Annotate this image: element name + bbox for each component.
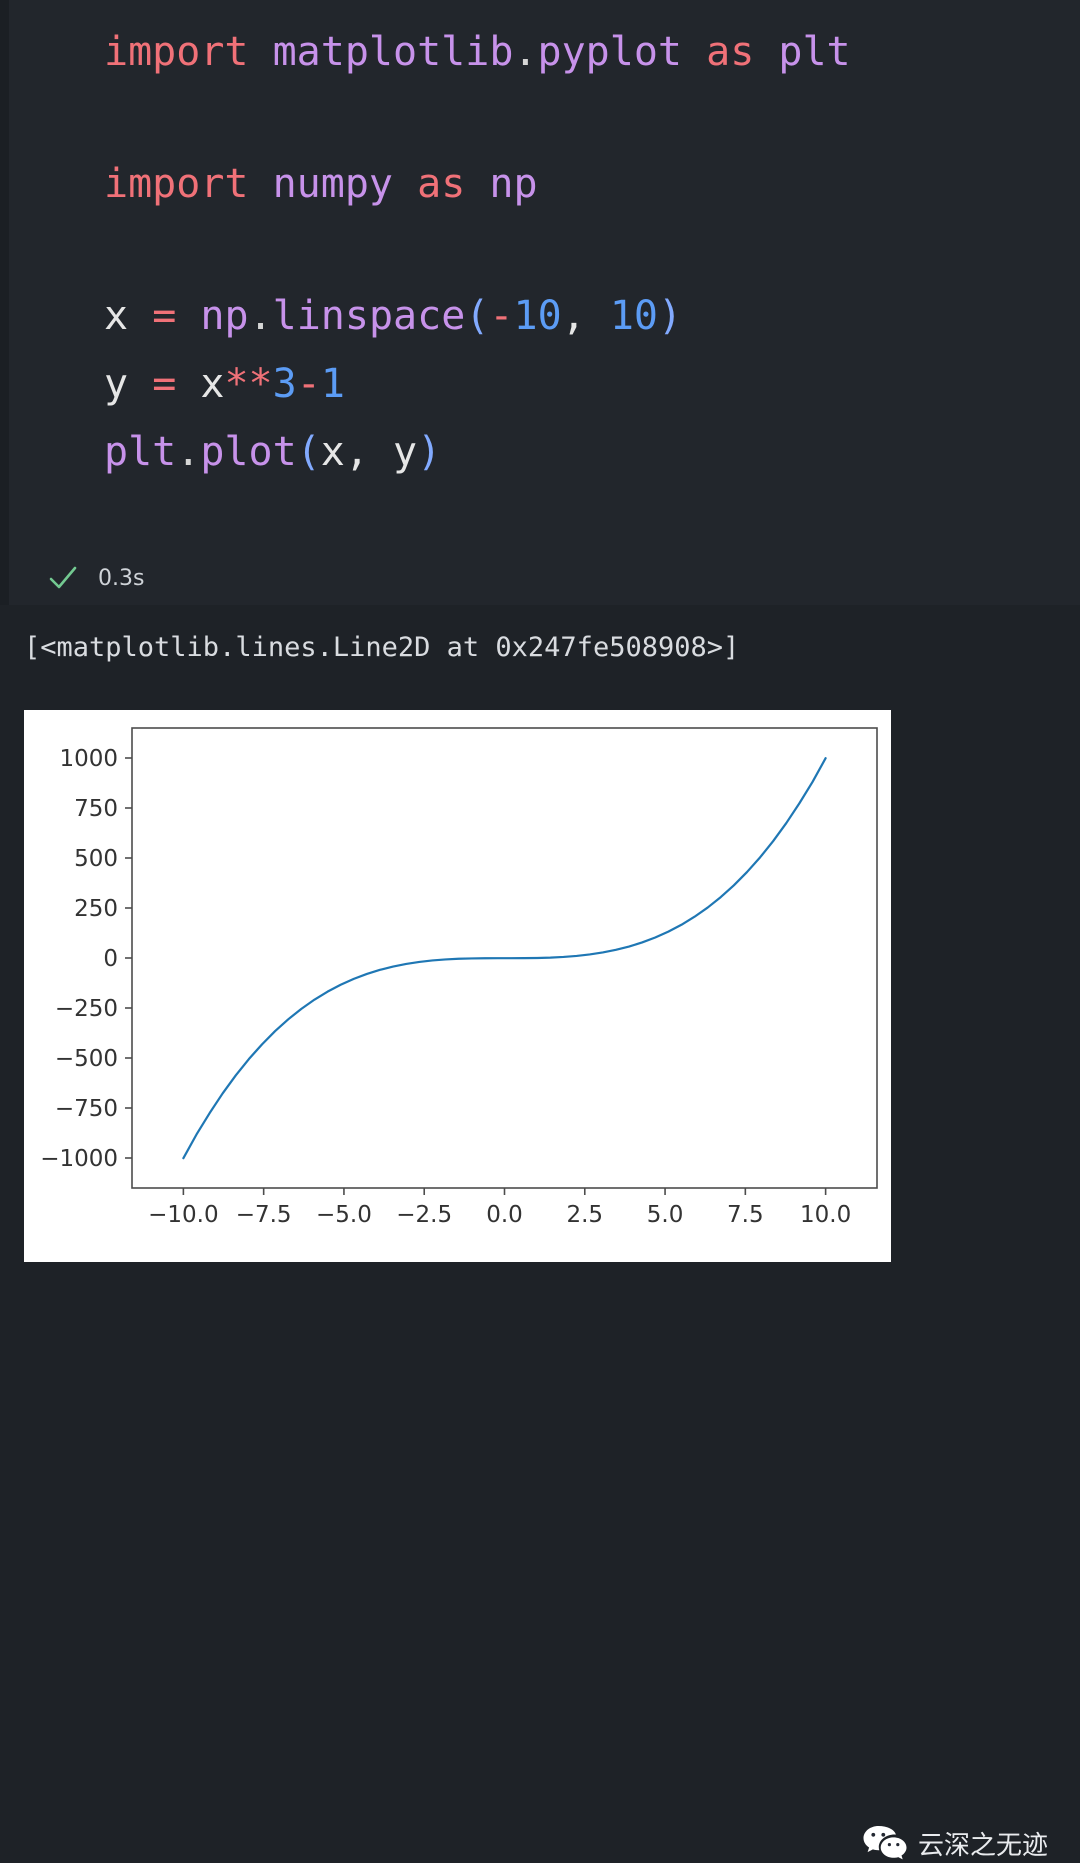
execution-time: 0.3s bbox=[98, 565, 145, 591]
code-token: as bbox=[706, 29, 755, 75]
code-line-5: plt.plot(x, y) bbox=[104, 418, 1080, 486]
code-token: . bbox=[248, 293, 273, 339]
svg-text:−7.5: −7.5 bbox=[236, 1202, 292, 1228]
code-line-2: import numpy as np bbox=[104, 150, 1080, 218]
code-token: plt bbox=[104, 429, 177, 475]
svg-text:500: 500 bbox=[74, 846, 118, 872]
code-token: . bbox=[513, 29, 538, 75]
code-token: numpy bbox=[272, 161, 394, 207]
code-token: ) bbox=[658, 293, 683, 339]
notebook-code-cell[interactable]: import matplotlib.pyplot as plt import n… bbox=[0, 0, 1080, 605]
svg-text:−500: −500 bbox=[55, 1046, 118, 1072]
code-token: y bbox=[393, 429, 418, 475]
svg-text:−10.0: −10.0 bbox=[148, 1202, 218, 1228]
code-token: as bbox=[417, 161, 466, 207]
code-token: ( bbox=[465, 293, 490, 339]
execution-status-row: 0.3s bbox=[0, 556, 144, 600]
svg-text:0: 0 bbox=[103, 946, 118, 972]
code-token: 10 bbox=[609, 293, 659, 339]
svg-text:5.0: 5.0 bbox=[647, 1202, 684, 1228]
svg-text:−250: −250 bbox=[55, 996, 118, 1022]
code-token: plot bbox=[200, 429, 297, 475]
code-token: , bbox=[561, 293, 586, 339]
cell-output-area: [<matplotlib.lines.Line2D at 0x247fe5089… bbox=[0, 605, 1080, 1861]
cell-gutter bbox=[0, 0, 9, 605]
code-token: np bbox=[489, 161, 538, 207]
x-tick-labels: −10.0 −7.5 −5.0 −2.5 0.0 2.5 5.0 7.5 10.0 bbox=[148, 1202, 851, 1228]
svg-text:750: 750 bbox=[74, 796, 118, 822]
code-token: . bbox=[176, 429, 201, 475]
svg-text:0.0: 0.0 bbox=[486, 1202, 523, 1228]
code-token: ** bbox=[224, 361, 273, 407]
code-token: import bbox=[104, 29, 249, 75]
svg-text:2.5: 2.5 bbox=[566, 1202, 603, 1228]
code-line-1: import matplotlib.pyplot as plt bbox=[104, 18, 1080, 86]
code-token: linspace bbox=[272, 293, 466, 339]
svg-text:1000: 1000 bbox=[59, 746, 118, 772]
output-repr-text: [<matplotlib.lines.Line2D at 0x247fe5089… bbox=[24, 632, 740, 663]
code-token: pyplot bbox=[537, 29, 683, 75]
svg-text:250: 250 bbox=[74, 896, 118, 922]
svg-text:−5.0: −5.0 bbox=[316, 1202, 372, 1228]
code-token: x bbox=[320, 429, 345, 475]
code-token: matplotlib bbox=[272, 29, 514, 75]
code-line-3: x = np.linspace(-10, 10) bbox=[104, 282, 1080, 350]
code-token: ) bbox=[417, 429, 442, 475]
svg-text:−750: −750 bbox=[55, 1096, 118, 1122]
code-token: 3 bbox=[272, 361, 297, 407]
code-token: x bbox=[200, 361, 225, 407]
code-token: import bbox=[104, 161, 249, 207]
code-token: 1 bbox=[320, 361, 345, 407]
matplotlib-figure[interactable]: 1000 750 500 250 0 −250 −500 −750 −1000 −10.0 −7.… bbox=[24, 710, 891, 1262]
code-token: - bbox=[296, 361, 321, 407]
code-token: - bbox=[489, 293, 514, 339]
svg-text:−2.5: −2.5 bbox=[396, 1202, 452, 1228]
plot-svg: 1000 750 500 250 0 −250 −500 −750 −1000 −10.0 −7.… bbox=[24, 710, 891, 1262]
code-token: 10 bbox=[513, 293, 562, 339]
svg-text:7.5: 7.5 bbox=[727, 1202, 764, 1228]
svg-text:10.0: 10.0 bbox=[800, 1202, 851, 1228]
code-token: y bbox=[104, 361, 129, 407]
code-token: np bbox=[200, 293, 249, 339]
code-editor[interactable]: import matplotlib.pyplot as plt import n… bbox=[104, 18, 1080, 486]
watermark-text: 云深之无迹 bbox=[918, 1830, 1049, 1861]
code-token: = bbox=[152, 293, 177, 339]
code-line-4: y = x**3-1 bbox=[104, 350, 1080, 418]
check-icon[interactable] bbox=[40, 561, 86, 595]
code-token: = bbox=[152, 361, 177, 407]
code-token: x bbox=[104, 293, 129, 339]
svg-text:−1000: −1000 bbox=[40, 1146, 118, 1172]
code-token: ( bbox=[296, 429, 321, 475]
code-token: plt bbox=[778, 29, 851, 75]
wechat-icon bbox=[862, 1823, 908, 1863]
code-token: , bbox=[344, 429, 369, 475]
watermark: 云深之无迹 bbox=[862, 1823, 1048, 1863]
